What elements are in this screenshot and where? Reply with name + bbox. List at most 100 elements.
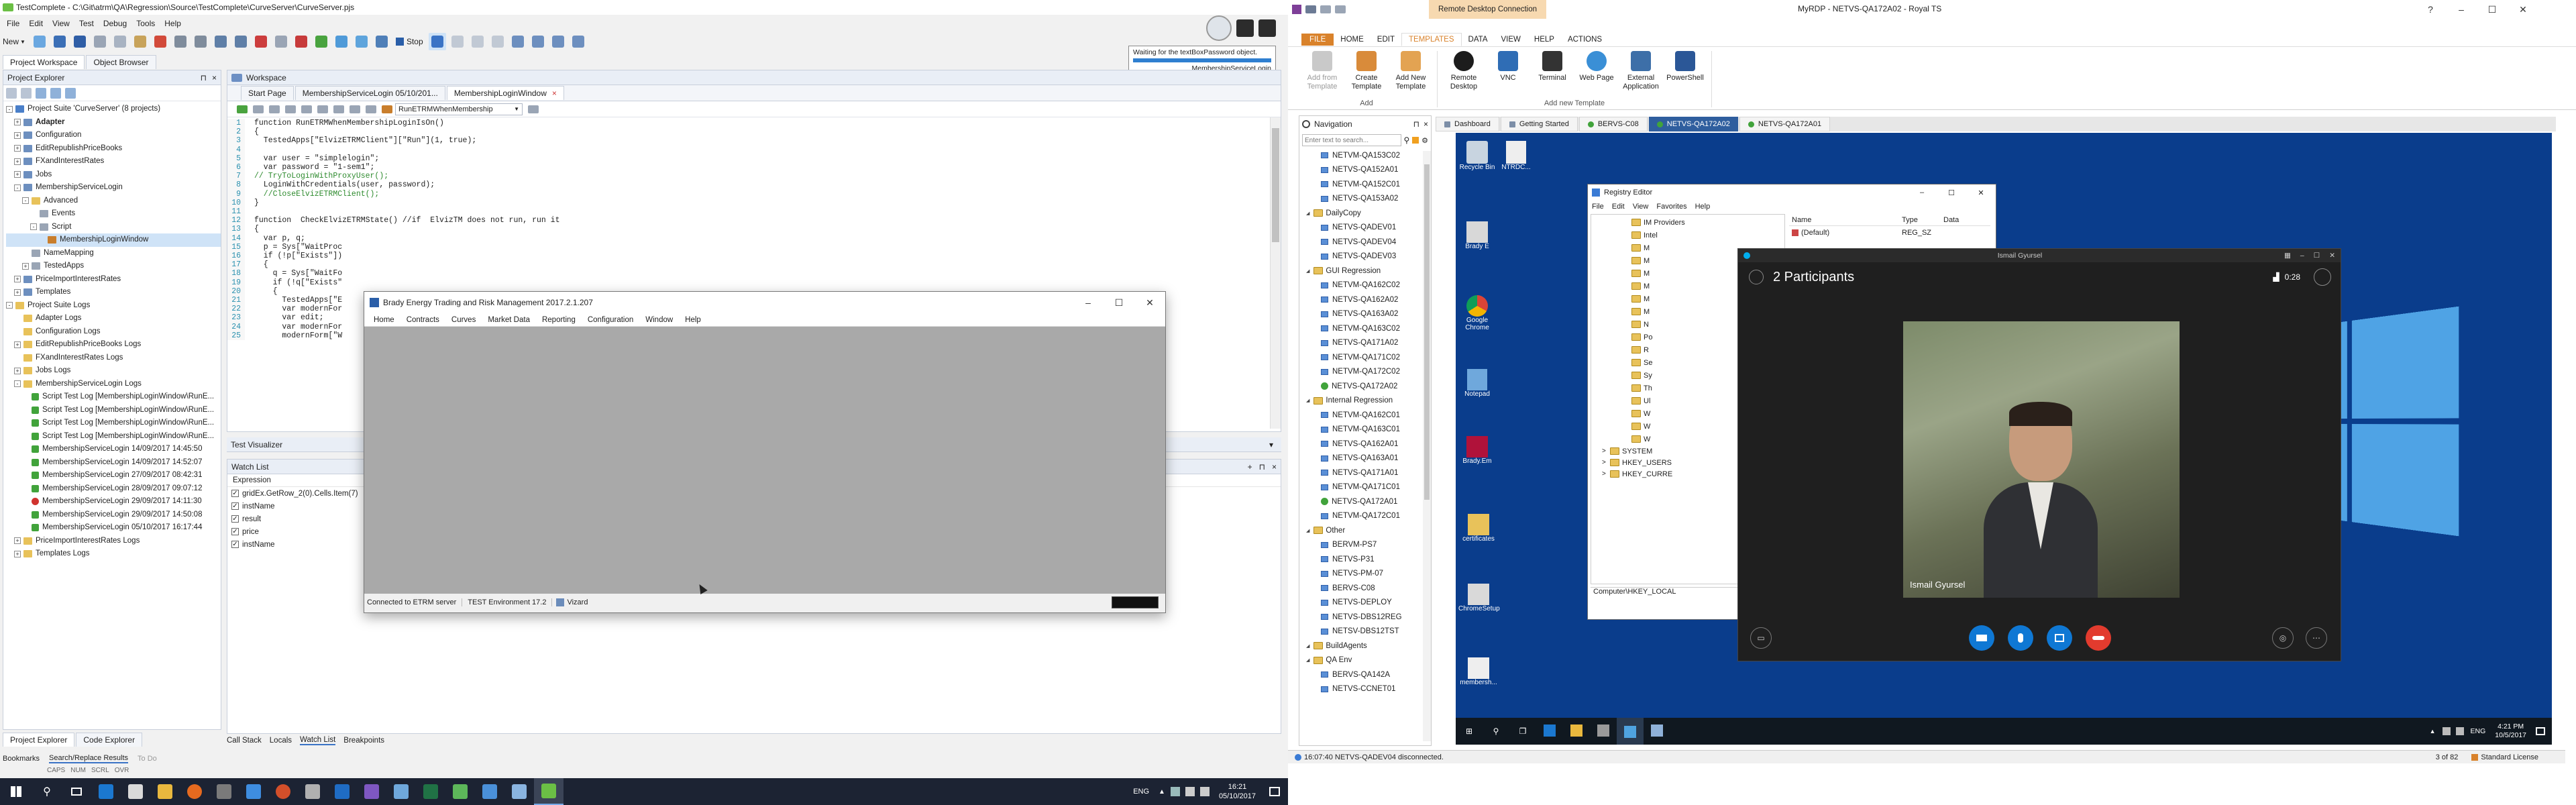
help-button[interactable]: ? <box>2415 0 2446 19</box>
navigation-connection[interactable]: NETVM-QA172C02 <box>1303 365 1431 380</box>
expand-icon[interactable]: + <box>14 145 21 152</box>
tab-watch-list[interactable]: Watch List <box>300 736 336 745</box>
ribbon-tab-file[interactable]: FILE <box>1301 33 1334 46</box>
expand-icon[interactable]: + <box>14 131 21 139</box>
more-options-button[interactable]: ⋯ <box>2306 627 2327 649</box>
navigation-connection[interactable]: NETVM-QA171C01 <box>1303 480 1431 495</box>
navigation-connection[interactable]: NETVS-QA163A02 <box>1303 307 1431 322</box>
ribbon-tab-edit[interactable]: EDIT <box>1371 34 1401 46</box>
collapse-icon[interactable] <box>65 87 76 99</box>
new-button[interactable]: New ▼ <box>3 37 25 46</box>
pin-icon[interactable]: ⊓ <box>1413 119 1419 129</box>
add-new-template-button[interactable]: Add New Template <box>1389 51 1433 91</box>
watch-checkbox[interactable]: ✓ <box>231 490 239 497</box>
add-from-template-button[interactable]: Add from Template <box>1300 51 1344 91</box>
menu-tools[interactable]: Tools <box>136 19 155 28</box>
remote-task-view-button[interactable]: ❐ <box>1509 727 1536 736</box>
col-type[interactable]: Type <box>1902 216 1943 224</box>
project-tree-item[interactable]: NameMapping <box>6 247 221 260</box>
navigation-folder[interactable]: ◢ BuildAgents <box>1303 639 1431 653</box>
navigation-connection[interactable]: NETVM-QA153C02 <box>1303 148 1431 163</box>
tab-locals[interactable]: Locals <box>270 737 292 745</box>
editor-vscrollbar[interactable] <box>1270 117 1281 429</box>
record-button[interactable] <box>292 33 310 50</box>
video-toggle-button[interactable] <box>1969 625 1994 651</box>
navigation-scrollbar[interactable] <box>1423 151 1431 741</box>
expand-icon[interactable]: + <box>14 367 21 374</box>
desktop-icon-ntrdc[interactable]: NTRDC... <box>1497 141 1535 171</box>
paste-button[interactable] <box>131 33 149 50</box>
layout-button-1[interactable] <box>509 33 527 50</box>
back-icon[interactable] <box>253 105 264 113</box>
template-web-page-button[interactable]: Web Page <box>1574 51 1619 83</box>
tab-bookmarks[interactable]: Bookmarks <box>3 755 40 763</box>
layout-button-2[interactable] <box>529 33 547 50</box>
watch-checkbox[interactable]: ✓ <box>231 541 239 548</box>
taskbar-app-explorer[interactable] <box>150 784 180 799</box>
tab-code-explorer[interactable]: Code Explorer <box>76 732 143 747</box>
expand-icon[interactable]: > <box>1602 447 1607 455</box>
navigation-connection[interactable]: NETVS-QA172A01 <box>1303 494 1431 509</box>
hang-up-button[interactable] <box>2086 625 2111 651</box>
navigation-connection[interactable]: BERVS-C08 <box>1303 581 1431 596</box>
registry-menu-favorites[interactable]: Favorites <box>1656 203 1686 211</box>
project-tree-item[interactable]: MembershipLoginWindow <box>6 233 221 247</box>
project-tree-item[interactable]: - Advanced <box>6 195 221 208</box>
document-tab[interactable]: NETVS-QA172A01 <box>1739 117 1831 131</box>
chevron-up-icon[interactable]: ▲ <box>1159 788 1165 796</box>
registry-key[interactable]: Intel <box>1631 229 1784 241</box>
run-button[interactable] <box>313 33 330 50</box>
run-suite-button[interactable] <box>353 33 370 50</box>
brady-menu-configuration[interactable]: Configuration <box>588 316 633 324</box>
navigation-folder[interactable]: ◢ DailyCopy <box>1303 206 1431 221</box>
cut-button[interactable] <box>91 33 109 50</box>
share-screen-button[interactable] <box>2047 625 2072 651</box>
tab-project-workspace[interactable]: Project Workspace <box>3 54 85 69</box>
project-tree-item[interactable]: + FXandInterestRates <box>6 155 221 168</box>
scroll-thumb[interactable] <box>1424 164 1430 500</box>
menu-debug[interactable]: Debug <box>103 19 127 28</box>
breakpoint-button[interactable] <box>489 33 506 50</box>
project-tree-item[interactable]: - MembershipServiceLogin <box>6 181 221 195</box>
taskbar-app-tool5[interactable] <box>445 784 475 799</box>
project-tree-item[interactable]: + Jobs <box>6 168 221 182</box>
desktop-icon-membership[interactable]: membersh... <box>1458 657 1499 686</box>
save-all-button[interactable] <box>71 33 89 50</box>
close-icon[interactable]: × <box>212 73 217 83</box>
taskbar-app-tool4[interactable] <box>298 784 327 799</box>
tray-app-icon[interactable] <box>1170 787 1180 796</box>
minimize-button[interactable]: – <box>2446 0 2477 19</box>
template-terminal-button[interactable]: Terminal <box>1530 51 1574 83</box>
project-tree-item[interactable]: + EditRepublishPriceBooks <box>6 142 221 156</box>
search-button[interactable]: ⚲ <box>32 785 62 798</box>
options-button[interactable] <box>272 33 290 50</box>
step-over-button[interactable] <box>449 33 466 50</box>
collapse-icon[interactable]: ◢ <box>1306 657 1309 663</box>
redo-button[interactable] <box>192 33 209 50</box>
pin-icon[interactable]: ⊓ <box>1259 462 1265 472</box>
taskbar-lang[interactable]: ENG <box>1133 788 1149 796</box>
navigation-connection[interactable]: NETVM-QA171C02 <box>1303 350 1431 365</box>
project-tree-item[interactable]: Events <box>6 207 221 221</box>
collapse-icon[interactable]: - <box>22 197 29 205</box>
tab-membership-login-window[interactable]: MembershipLoginWindow × <box>446 86 564 100</box>
remote-app-button-2[interactable] <box>1617 718 1644 745</box>
desktop-icon-chrome[interactable]: Google Chrome <box>1458 295 1496 331</box>
expand-icon[interactable]: + <box>14 550 21 557</box>
navigation-connection[interactable]: NETVS-DEPLOY <box>1303 596 1431 610</box>
navigation-connection[interactable]: NETVS-CCNET01 <box>1303 682 1431 697</box>
navigation-connection[interactable]: NETVS-QA162A01 <box>1303 437 1431 451</box>
close-button[interactable]: ✕ <box>2329 252 2335 260</box>
navigation-connection[interactable]: NETVM-QA152C01 <box>1303 177 1431 192</box>
registry-menu-view[interactable]: View <box>1633 203 1649 211</box>
save-icon[interactable] <box>1305 5 1316 13</box>
project-tree-item[interactable]: MembershipServiceLogin 29/09/2017 14:11:… <box>6 495 221 508</box>
template-powershell-button[interactable]: PowerShell <box>1663 51 1707 83</box>
navigation-connection[interactable]: NETVM-QA172C01 <box>1303 509 1431 524</box>
remote-app-button-3[interactable] <box>1644 724 1670 739</box>
tab-object-browser[interactable]: Object Browser <box>86 54 156 69</box>
collapse-icon[interactable]: ◢ <box>1306 211 1309 216</box>
close-icon[interactable]: × <box>552 89 557 98</box>
brady-menu-help[interactable]: Help <box>685 316 701 324</box>
expand-icon[interactable]: + <box>22 262 29 270</box>
